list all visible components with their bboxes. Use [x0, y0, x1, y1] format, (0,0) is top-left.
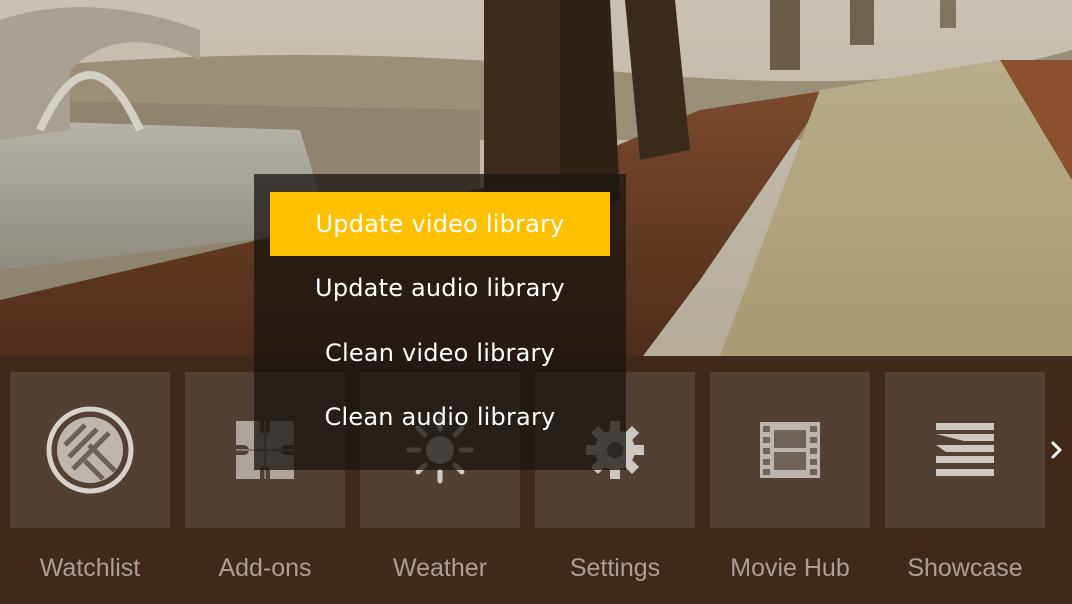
chevron-right-icon[interactable] — [1048, 438, 1066, 462]
menu-item-clean-audio-library[interactable]: Clean audio library — [270, 385, 610, 449]
tile-watchlist[interactable] — [10, 372, 170, 528]
tile-showcase[interactable] — [885, 372, 1045, 528]
tile-label-settings: Settings — [569, 554, 661, 582]
tile-label-add-ons: Add-ons — [218, 554, 312, 582]
menu-item-clean-video-library[interactable]: Clean video library — [270, 321, 610, 385]
library-context-menu: Update video library Update audio librar… — [254, 174, 626, 470]
menu-item-update-video-library[interactable]: Update video library — [270, 192, 610, 256]
tile-label-watchlist: Watchlist — [39, 554, 141, 582]
showcase-icon — [885, 372, 1045, 528]
tile-movie-hub[interactable] — [710, 372, 870, 528]
trakt-logo-icon — [10, 372, 170, 528]
tile-label-weather: Weather — [392, 554, 488, 582]
menu-item-update-audio-library[interactable]: Update audio library — [270, 256, 610, 320]
film-strip-icon — [710, 372, 870, 528]
tile-label-showcase: Showcase — [907, 554, 1023, 582]
tile-label-movie-hub: Movie Hub — [730, 554, 850, 582]
